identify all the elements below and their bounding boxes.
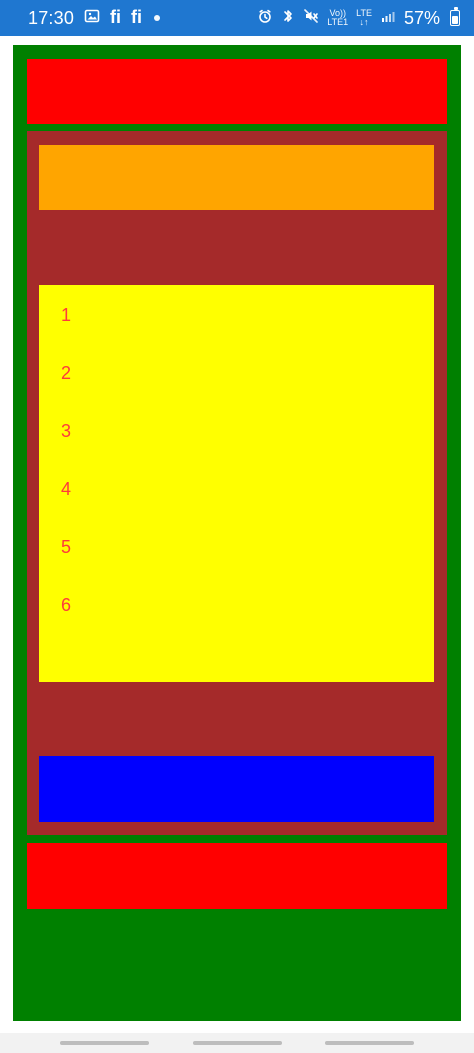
list-item: 2 (61, 363, 72, 383)
fi-app-icon: ﬁ (110, 7, 122, 27)
yellow-list (39, 285, 434, 682)
list-item: 1 (61, 305, 72, 325)
status-right: Vo)) LTE1 LTE ↓↑ 57% (257, 0, 460, 36)
battery-percent: 57% (403, 7, 440, 28)
status-time: 17:30 (28, 7, 75, 28)
status-left: 17:30 ﬁ ﬁ (28, 0, 161, 36)
list-item: 4 (61, 479, 72, 499)
lte-indicator-icon: LTE ↓↑ (356, 9, 372, 27)
battery-icon (450, 7, 460, 26)
volte-indicator-icon: Vo)) LTE1 (327, 9, 348, 27)
volte-bottom-label: LTE1 (327, 17, 349, 27)
list-item: 3 (61, 421, 72, 441)
nav-recents-gesture[interactable] (325, 1041, 414, 1045)
fi-app-icon: ﬁ (131, 7, 143, 27)
bottom-red-bar (27, 843, 447, 909)
list-item: 5 (61, 537, 72, 557)
battery-fill (452, 16, 458, 24)
orange-header-block (39, 145, 434, 210)
top-red-bar (27, 59, 447, 124)
notification-dot-icon (154, 15, 161, 21)
image-icon (84, 8, 100, 28)
mute-icon (303, 8, 319, 28)
list-item: 6 (61, 595, 72, 615)
status-bar: 17:30 ﬁ ﬁ Vo)) LTE1 LTE ↓↑ 57% (0, 0, 474, 36)
signal-icon (380, 8, 396, 28)
nav-home-gesture[interactable] (193, 1041, 282, 1045)
lte-bottom-label: ↓↑ (359, 17, 369, 27)
alarm-icon (257, 8, 273, 28)
navigation-bar (0, 1033, 474, 1053)
nav-back-gesture[interactable] (60, 1041, 149, 1045)
blue-footer-block (39, 756, 434, 822)
bluetooth-icon (281, 8, 295, 28)
